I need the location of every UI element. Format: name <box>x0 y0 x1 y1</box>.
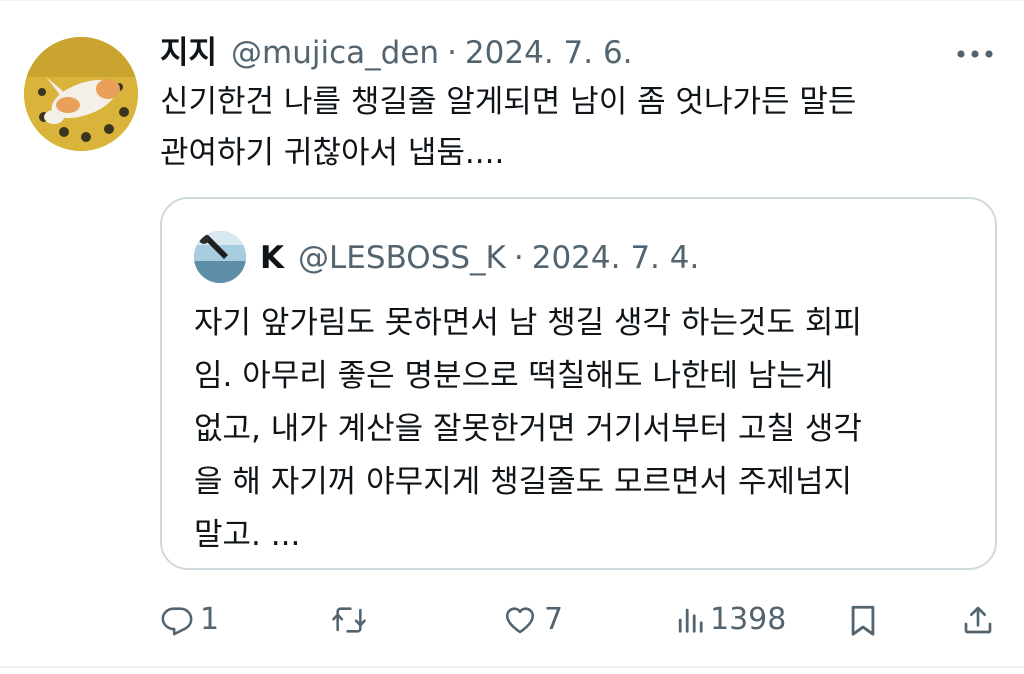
retweet-icon <box>332 607 366 633</box>
reply-count: 1 <box>200 602 220 637</box>
top-divider <box>0 0 1024 1</box>
heart-icon <box>505 607 535 634</box>
quoted-tweet-header: K @LESBOSS_K · 2024. 7. 4. <box>260 235 699 281</box>
more-options-button[interactable] <box>950 34 1000 74</box>
sky-photo-avatar <box>194 231 246 283</box>
user-avatar[interactable] <box>24 37 138 151</box>
tweet-date[interactable]: 2024. 7. 6. <box>465 30 633 76</box>
reply-button[interactable]: 1 <box>160 598 219 642</box>
views-button[interactable]: 1398 <box>676 598 786 642</box>
quoted-tweet-date: 2024. 7. 4. <box>531 240 700 276</box>
views-count: 1398 <box>710 602 787 637</box>
share-button[interactable] <box>962 598 994 642</box>
reply-icon <box>161 607 193 636</box>
bottom-divider <box>0 666 1024 668</box>
quoted-tweet-text: 자기 앞가림도 못하면서 남 챙길 생각 하는것도 회피 임. 아무리 좋은 명… <box>194 305 862 553</box>
like-button[interactable]: 7 <box>502 598 563 642</box>
quoted-tweet-card[interactable]: K @LESBOSS_K · 2024. 7. 4. 자기 앞가림도 못하면서 … <box>160 197 997 570</box>
cat-photo-avatar <box>24 37 138 151</box>
bookmark-button[interactable] <box>848 598 878 642</box>
user-handle[interactable]: @mujica_den <box>231 30 439 76</box>
quoted-user-handle: @LESBOSS_K <box>298 240 506 276</box>
retweet-button[interactable] <box>330 598 374 642</box>
views-chart-icon <box>678 608 703 633</box>
quoted-separator-dot: · <box>513 240 524 276</box>
quoted-display-name: K <box>260 240 285 276</box>
quoted-user-avatar <box>194 231 246 283</box>
more-horizontal-icon <box>957 50 993 58</box>
like-count: 7 <box>544 602 564 637</box>
tweet-header: 지지 @mujica_den · 2024. 7. 6. <box>160 30 633 76</box>
share-icon <box>964 606 992 634</box>
display-name[interactable]: 지지 <box>160 30 217 76</box>
separator-dot: · <box>447 35 457 71</box>
tweet-text: 신기한건 나를 챙길줄 알게되면 남이 좀 엇나가든 말든 관여하기 귀찮아서 … <box>160 84 857 171</box>
action-bar: 1 7 1398 <box>0 598 1024 642</box>
bookmark-icon <box>851 605 875 636</box>
